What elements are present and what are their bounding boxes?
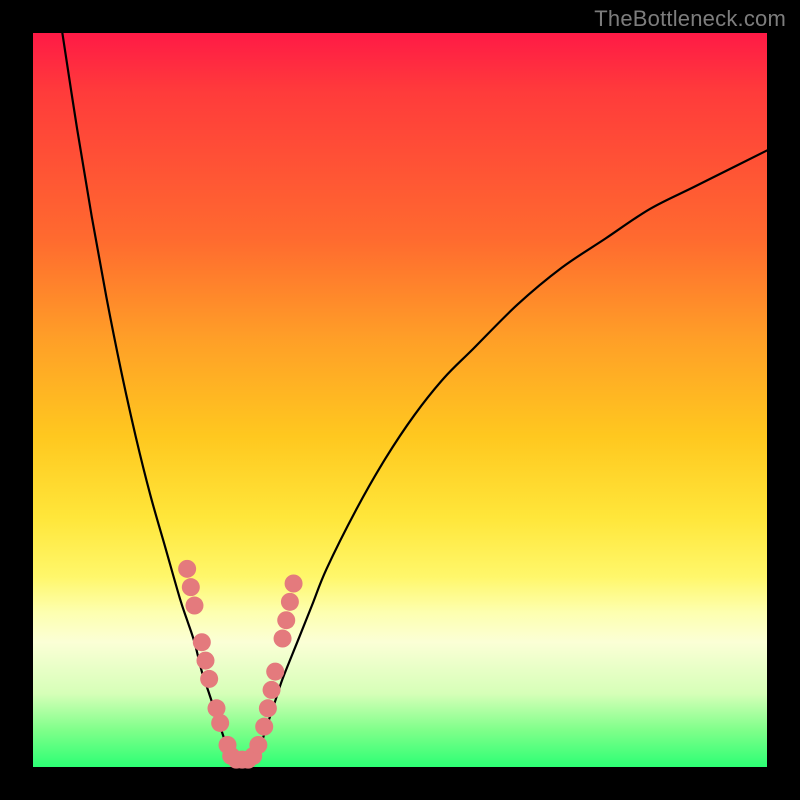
chart-svg <box>33 33 767 767</box>
curve-right-branch <box>253 150 767 759</box>
watermark-text: TheBottleneck.com <box>594 6 786 32</box>
data-marker <box>185 597 203 615</box>
data-marker <box>281 593 299 611</box>
data-marker <box>178 560 196 578</box>
data-marker <box>274 630 292 648</box>
data-marker <box>285 575 303 593</box>
data-marker <box>200 670 218 688</box>
curve-left-branch <box>62 33 231 760</box>
curve-layer <box>62 33 767 760</box>
data-marker <box>263 681 281 699</box>
data-marker <box>259 699 277 717</box>
marker-layer <box>178 560 302 769</box>
data-marker <box>277 611 295 629</box>
data-marker <box>193 633 211 651</box>
data-marker <box>266 663 284 681</box>
data-marker <box>255 718 273 736</box>
data-marker <box>249 736 267 754</box>
data-marker <box>196 652 214 670</box>
data-marker <box>182 578 200 596</box>
chart-frame: TheBottleneck.com <box>0 0 800 800</box>
data-marker <box>211 714 229 732</box>
